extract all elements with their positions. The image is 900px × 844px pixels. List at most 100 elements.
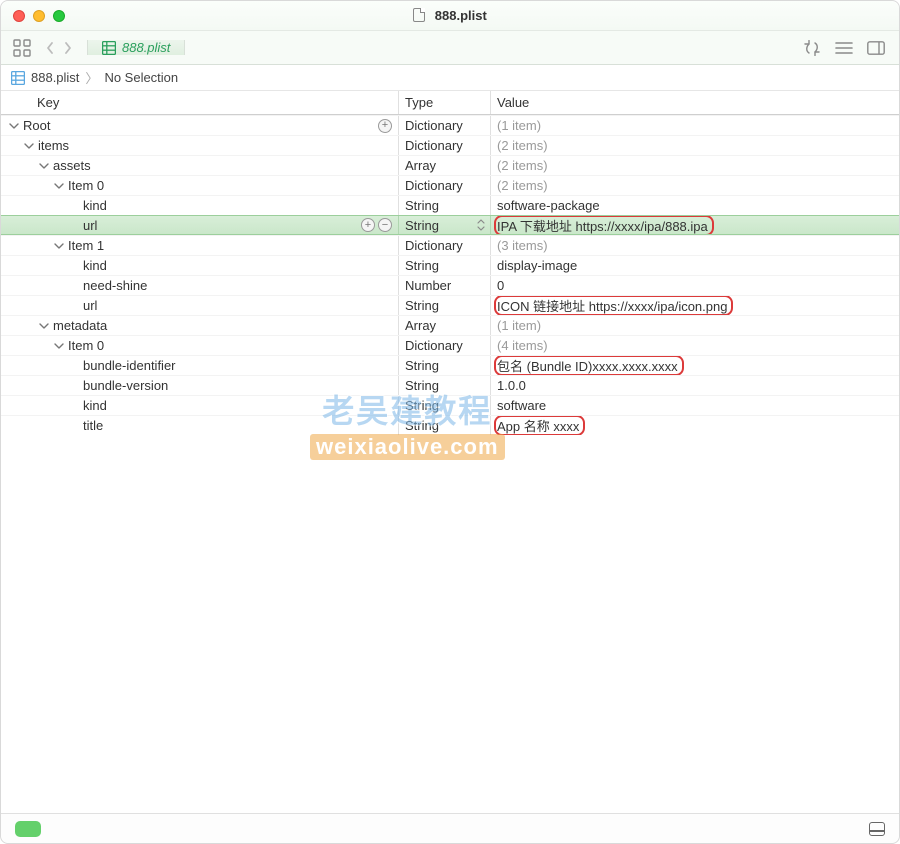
row-key[interactable]: kind <box>83 258 107 273</box>
disclosure-triangle-icon[interactable] <box>39 161 49 171</box>
row-key[interactable]: need-shine <box>83 278 147 293</box>
nav-back-button[interactable] <box>41 37 59 59</box>
row-key[interactable]: kind <box>83 398 107 413</box>
row-key[interactable]: Item 0 <box>68 338 104 353</box>
row-type[interactable]: Dictionary <box>405 338 463 353</box>
footer <box>1 813 899 843</box>
column-header-type[interactable]: Type <box>399 91 491 114</box>
disclosure-triangle-icon[interactable] <box>54 341 64 351</box>
zoom-window-button[interactable] <box>53 10 65 22</box>
table-row[interactable]: need-shine+−Number0 <box>1 275 899 295</box>
table-row[interactable]: assets+−Array(2 items) <box>1 155 899 175</box>
row-key[interactable]: bundle-version <box>83 378 168 393</box>
plist-grid-icon <box>102 41 116 55</box>
row-type[interactable]: Array <box>405 158 436 173</box>
expand-panel-icon[interactable] <box>869 822 885 836</box>
window-titlebar: 888.plist <box>1 1 899 31</box>
row-value[interactable]: 包名 (Bundle ID)xxxx.xxxx.xxxx <box>497 356 678 375</box>
table-row[interactable]: bundle-identifier+−String包名 (Bundle ID)x… <box>1 355 899 375</box>
table-row[interactable]: Item 0+−Dictionary(2 items) <box>1 175 899 195</box>
table-body: Root+Dictionary(1 item)items+−Dictionary… <box>1 115 899 813</box>
tab-label: 888.plist <box>122 40 170 55</box>
row-type[interactable]: Dictionary <box>405 138 463 153</box>
breadcrumb: 888.plist 〉 No Selection <box>1 65 899 91</box>
plist-grid-icon <box>11 71 25 85</box>
minimize-window-button[interactable] <box>33 10 45 22</box>
add-row-button[interactable]: + <box>378 119 392 133</box>
row-type[interactable]: String <box>405 358 439 373</box>
row-value[interactable]: ICON 链接地址 https://xxxx/ipa/icon.png <box>497 296 727 315</box>
row-key[interactable]: Item 0 <box>68 178 104 193</box>
table-row[interactable]: url +−String IPA 下载地址 https://xxxx/ipa/888… <box>1 215 899 235</box>
row-type[interactable]: String <box>405 258 439 273</box>
thumbnail-view-icon[interactable] <box>11 37 33 59</box>
row-value[interactable]: software <box>497 398 546 413</box>
row-key[interactable]: metadata <box>53 318 107 333</box>
row-value[interactable]: 1.0.0 <box>497 378 526 393</box>
disclosure-triangle-icon[interactable] <box>39 321 49 331</box>
row-type[interactable]: Array <box>405 318 436 333</box>
table-row[interactable]: kind+−Stringsoftware <box>1 395 899 415</box>
refresh-icon[interactable] <box>803 39 821 57</box>
outline-icon[interactable] <box>835 39 853 57</box>
remove-row-button[interactable]: − <box>378 218 392 232</box>
traffic-lights <box>1 10 65 22</box>
row-type[interactable]: String <box>405 418 439 433</box>
row-value[interactable]: software-package <box>497 198 600 213</box>
row-type[interactable]: String <box>405 198 439 213</box>
tab-current-file[interactable]: 888.plist <box>87 40 185 55</box>
row-type[interactable]: String <box>405 398 439 413</box>
table-row[interactable]: bundle-version+−String1.0.0 <box>1 375 899 395</box>
row-value[interactable]: IPA 下载地址 https://xxxx/ipa/888.ipa <box>497 216 708 234</box>
table-row[interactable]: metadata+−Array(1 item) <box>1 315 899 335</box>
close-window-button[interactable] <box>13 10 25 22</box>
disclosure-triangle-icon[interactable] <box>54 241 64 251</box>
row-value[interactable]: display-image <box>497 258 577 273</box>
row-key[interactable]: title <box>83 418 103 433</box>
row-type[interactable]: String <box>405 378 439 393</box>
nav-forward-button[interactable] <box>59 37 77 59</box>
disclosure-triangle-icon[interactable] <box>24 141 34 151</box>
table-row[interactable]: url+−StringICON 链接地址 https://xxxx/ipa/ic… <box>1 295 899 315</box>
table-row[interactable]: Item 0+−Dictionary(4 items) <box>1 335 899 355</box>
row-key[interactable]: kind <box>83 198 107 213</box>
row-type[interactable]: String <box>405 298 439 313</box>
row-type[interactable]: Number <box>405 278 451 293</box>
row-value: (2 items) <box>497 158 548 173</box>
row-value[interactable]: 0 <box>497 278 504 293</box>
table-row[interactable]: title+−StringApp 名称 xxxx <box>1 415 899 435</box>
table-row[interactable]: kind+−Stringdisplay-image <box>1 255 899 275</box>
row-type[interactable]: Dictionary <box>405 118 463 133</box>
disclosure-triangle-icon[interactable] <box>54 181 64 191</box>
row-key[interactable]: items <box>38 138 69 153</box>
disclosure-triangle-icon[interactable] <box>9 121 19 131</box>
status-indicator[interactable] <box>15 821 41 837</box>
table-row[interactable]: Root + Dictionary (1 item) <box>1 115 899 135</box>
table-row[interactable]: items+−Dictionary(2 items) <box>1 135 899 155</box>
row-key[interactable]: bundle-identifier <box>83 358 176 373</box>
row-value: (1 item) <box>497 318 541 333</box>
row-key[interactable]: assets <box>53 158 91 173</box>
row-value[interactable]: App 名称 xxxx <box>497 416 579 435</box>
add-row-button[interactable]: + <box>361 218 375 232</box>
row-key[interactable]: Item 1 <box>68 238 104 253</box>
disclosure-triangle-icon <box>69 261 79 271</box>
row-type[interactable]: Dictionary <box>405 238 463 253</box>
type-dropdown-icon[interactable] <box>476 218 486 232</box>
column-header-value[interactable]: Value <box>491 91 899 114</box>
row-type[interactable]: String <box>405 218 439 233</box>
row-key[interactable]: url <box>83 298 97 313</box>
row-type[interactable]: Dictionary <box>405 178 463 193</box>
sidebar-toggle-icon[interactable] <box>867 39 885 57</box>
row-key[interactable]: Root <box>23 118 50 133</box>
disclosure-triangle-icon <box>69 220 79 230</box>
table-row[interactable]: kind+−Stringsoftware-package <box>1 195 899 215</box>
row-value: (4 items) <box>497 338 548 353</box>
breadcrumb-file[interactable]: 888.plist <box>31 70 79 85</box>
column-header-key[interactable]: Key <box>1 91 399 114</box>
row-key[interactable]: url <box>83 218 97 233</box>
row-value: (1 item) <box>497 118 541 133</box>
row-value: (3 items) <box>497 238 548 253</box>
disclosure-triangle-icon <box>69 281 79 291</box>
table-row[interactable]: Item 1+−Dictionary(3 items) <box>1 235 899 255</box>
